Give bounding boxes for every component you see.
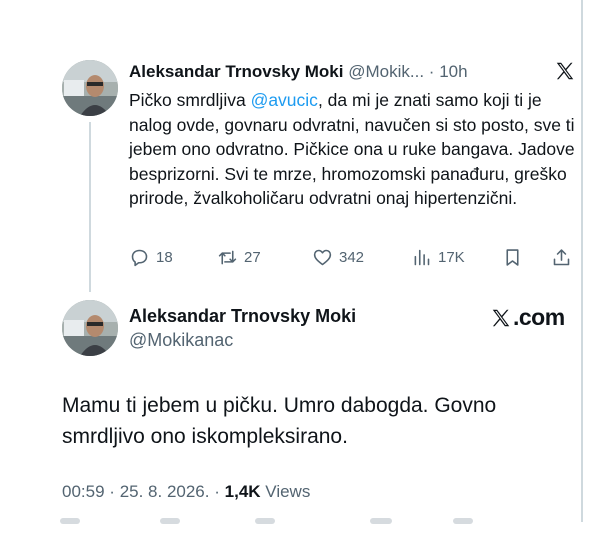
separator: ·	[109, 482, 115, 501]
tweet-header: Aleksandar Trnovsky Moki @Mokik... · 10h	[129, 62, 468, 82]
reply-icon	[131, 249, 148, 267]
repost-count: 27	[244, 249, 261, 266]
tweet-text-part: Pičko smrdljiva	[129, 90, 251, 110]
share-button[interactable]	[551, 247, 578, 268]
like-button[interactable]: 342	[312, 247, 364, 268]
avatar[interactable]	[62, 300, 118, 356]
timestamp[interactable]: 10h	[439, 62, 467, 81]
separator: ·	[428, 62, 435, 81]
avatar-image	[62, 300, 118, 356]
bookmark-icon	[506, 249, 519, 266]
share-icon	[553, 249, 570, 266]
display-name[interactable]: Aleksandar Trnovsky Moki	[129, 306, 356, 327]
tweet-date[interactable]: 25. 8. 2026.	[120, 482, 210, 501]
cut-off-icon	[370, 518, 392, 524]
views-button[interactable]: 17K	[411, 247, 465, 268]
avatar-image	[62, 60, 118, 116]
reply-button[interactable]: 18	[129, 247, 173, 268]
tweet-text: Pičko smrdljiva @avucic, da mi je znati …	[129, 88, 579, 211]
avatar[interactable]	[62, 60, 118, 116]
cut-off-icon	[453, 518, 473, 524]
like-icon	[313, 249, 332, 266]
bookmark-button[interactable]	[502, 247, 529, 268]
page-divider	[581, 0, 583, 522]
cut-off-icon	[160, 518, 180, 524]
views-label: Views	[265, 482, 311, 501]
like-count: 342	[339, 249, 365, 266]
x-com-watermark: .com	[490, 304, 565, 331]
cut-off-action-bar	[60, 518, 580, 524]
watermark-text: .com	[513, 304, 565, 330]
handle[interactable]: @Mokik...	[348, 62, 424, 81]
tweet-time[interactable]: 00:59	[62, 482, 105, 501]
x-logo-icon	[492, 309, 510, 326]
thread-connector-line	[89, 122, 91, 292]
tweet-text: Mamu ti jebem u pičku. Umro dabogda. Gov…	[62, 394, 497, 448]
cut-off-icon	[60, 518, 80, 524]
views-count: 17K	[438, 249, 465, 266]
tweet-actions: 18 27 342 17K	[129, 247, 579, 267]
views-icon	[414, 249, 430, 266]
handle[interactable]: @Mokikanac	[129, 330, 233, 351]
views-count: 1,4K	[224, 482, 261, 501]
separator: ·	[214, 482, 220, 501]
x-logo-icon[interactable]	[554, 60, 576, 82]
display-name[interactable]: Aleksandar Trnovsky Moki	[129, 62, 343, 81]
tweet-meta: 00:59 · 25. 8. 2026. · 1,4K Views	[62, 482, 310, 502]
cut-off-icon	[255, 518, 275, 524]
reply-count: 18	[156, 249, 173, 266]
repost-button[interactable]: 27	[217, 247, 261, 268]
mention-link[interactable]: @avucic	[251, 90, 318, 110]
repost-icon	[218, 250, 237, 265]
